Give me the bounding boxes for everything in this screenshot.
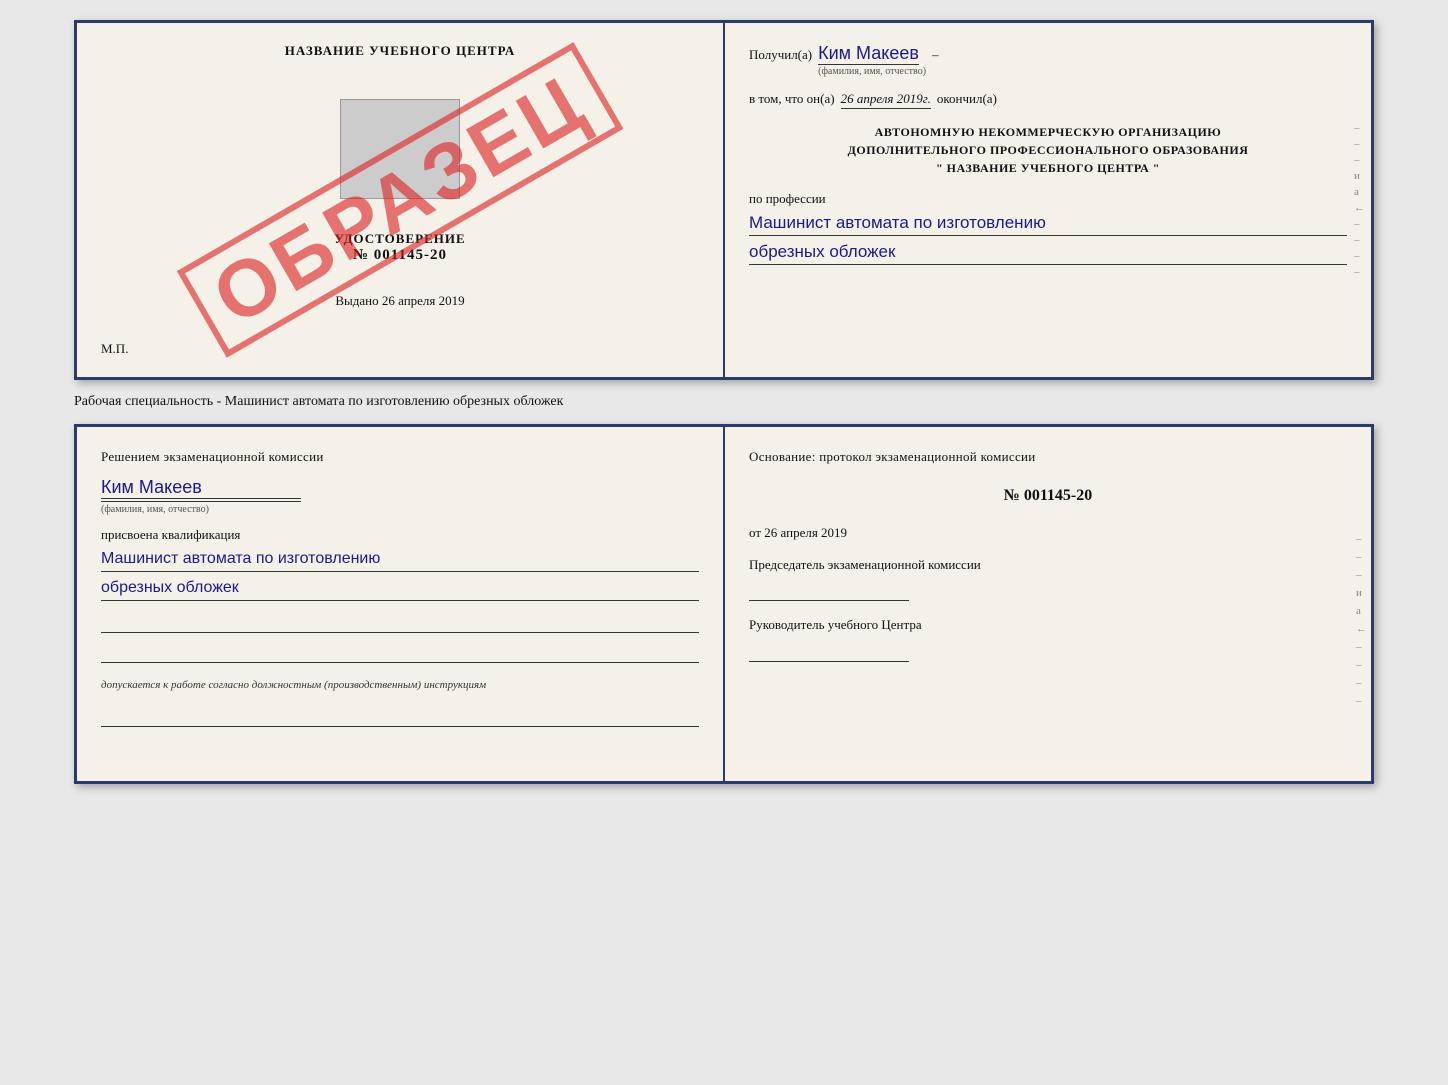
org-block: АВТОНОМНУЮ НЕКОММЕРЧЕСКУЮ ОРГАНИЗАЦИЮ ДО… [749,123,1347,177]
blank-line-2 [101,645,699,663]
qual-value-line1: Машинист автомата по изготовлению [101,547,699,572]
chairman-signature-line [749,583,909,601]
profession-value-line1: Машинист автомата по изготовлению [749,211,1347,236]
org-line3: " НАЗВАНИЕ УЧЕБНОГО ЦЕНТРА " [749,159,1347,177]
protocol-number: № 001145-20 [749,487,1347,505]
blank-line-3 [101,709,699,727]
bottom-doc-right: Основание: протокол экзаменационной коми… [725,427,1371,781]
document-container: НАЗВАНИЕ УЧЕБНОГО ЦЕНТРА ОБРАЗЕЦ УДОСТОВ… [74,20,1374,784]
school-name-top: НАЗВАНИЕ УЧЕБНОГО ЦЕНТРА [285,43,516,59]
okonchil-label: окончил(а) [937,91,997,107]
osnovaniye-block: Основание: протокол экзаменационной коми… [749,447,1347,467]
blank-line-1 [101,615,699,633]
person-name: Ким Макеев [101,477,301,499]
right-edge-chars: –––иа←–––– [1354,122,1365,278]
top-doc-left: НАЗВАНИЕ УЧЕБНОГО ЦЕНТРА ОБРАЗЕЦ УДОСТОВ… [77,23,725,377]
watermark-text: ОБРАЗЕЦ [177,42,623,357]
date-okonchil-line: в том, что он(а) 26 апреля 2019г. окончи… [749,91,1347,109]
person-block: Ким Макеев (фамилия, имя, отчество) [101,477,699,517]
protocol-date-value: 26 апреля 2019 [764,525,847,540]
po-professii-label: по профессии [749,191,826,206]
v-tom-chto-label: в том, что он(а) [749,91,835,107]
fio-sublabel: (фамилия, имя, отчество) [818,66,926,77]
vydano-label: Выдано [335,293,378,308]
recipient-line: Получил(а) Ким Макеев (фамилия, имя, отч… [749,43,1347,77]
udost-number: № 001145-20 [334,247,465,264]
profession-block: по профессии Машинист автомата по изгото… [749,191,1347,265]
udostoverenie-block: УДОСТОВЕРЕНИЕ № 001145-20 [334,231,465,264]
profession-value-line2: обрезных обложек [749,240,1347,265]
dopuskaetsya-text: допускается к работе согласно должностны… [101,679,486,691]
director-block: Руководитель учебного Центра [749,615,1347,662]
photo-placeholder [340,99,460,199]
vydano-date: 26 апреля 2019 [382,293,465,308]
fio-sub-bottom: (фамилия, имя, отчество) [101,501,301,515]
assigned-qual: присвоена квалификация Машинист автомата… [101,527,699,601]
recipient-name: Ким Макеев [818,43,919,65]
org-line1: АВТОНОМНУЮ НЕКОММЕРЧЕСКУЮ ОРГАНИЗАЦИЮ [749,123,1347,141]
bottom-doc-left: Решением экзаменационной комиссии Ким Ма… [77,427,725,781]
chairman-label: Председатель экзаменационной комиссии [749,557,981,572]
vydano-line: Выдано 26 апреля 2019 [335,293,464,309]
commission-title: Решением экзаменационной комиссии [101,447,699,467]
bottom-document: Решением экзаменационной комиссии Ким Ма… [74,424,1374,784]
udostoverenie-label: УДОСТОВЕРЕНИЕ [334,231,465,247]
org-line2: ДОПОЛНИТЕЛЬНОГО ПРОФЕССИОНАЛЬНОГО ОБРАЗО… [749,141,1347,159]
watermark: ОБРАЗЕЦ [177,42,623,357]
qual-value-line2: обрезных обложек [101,576,699,601]
blank-lines [101,615,699,663]
specialty-label: Рабочая специальность - Машинист автомат… [74,390,563,414]
protocol-date: от 26 апреля 2019 [749,525,1347,541]
director-label: Руководитель учебного Центра [749,617,922,632]
director-signature-line [749,644,909,662]
dopuskaetsya-line: допускается к работе согласно должностны… [101,679,699,691]
mp-line: М.П. [101,341,128,357]
ot-label: от [749,525,761,540]
completion-date: 26 апреля 2019г. [841,91,931,109]
assigned-qual-label: присвоена квалификация [101,527,240,542]
top-doc-right: Получил(а) Ким Макеев (фамилия, имя, отч… [725,23,1371,377]
top-document: НАЗВАНИЕ УЧЕБНОГО ЦЕНТРА ОБРАЗЕЦ УДОСТОВ… [74,20,1374,380]
recipient-block: Ким Макеев (фамилия, имя, отчество) [818,43,926,77]
right-edge-bottom-chars: –––иа←–––– [1356,533,1367,707]
recipient-label: Получил(а) [749,47,812,63]
chairman-block: Председатель экзаменационной комиссии [749,555,1347,602]
